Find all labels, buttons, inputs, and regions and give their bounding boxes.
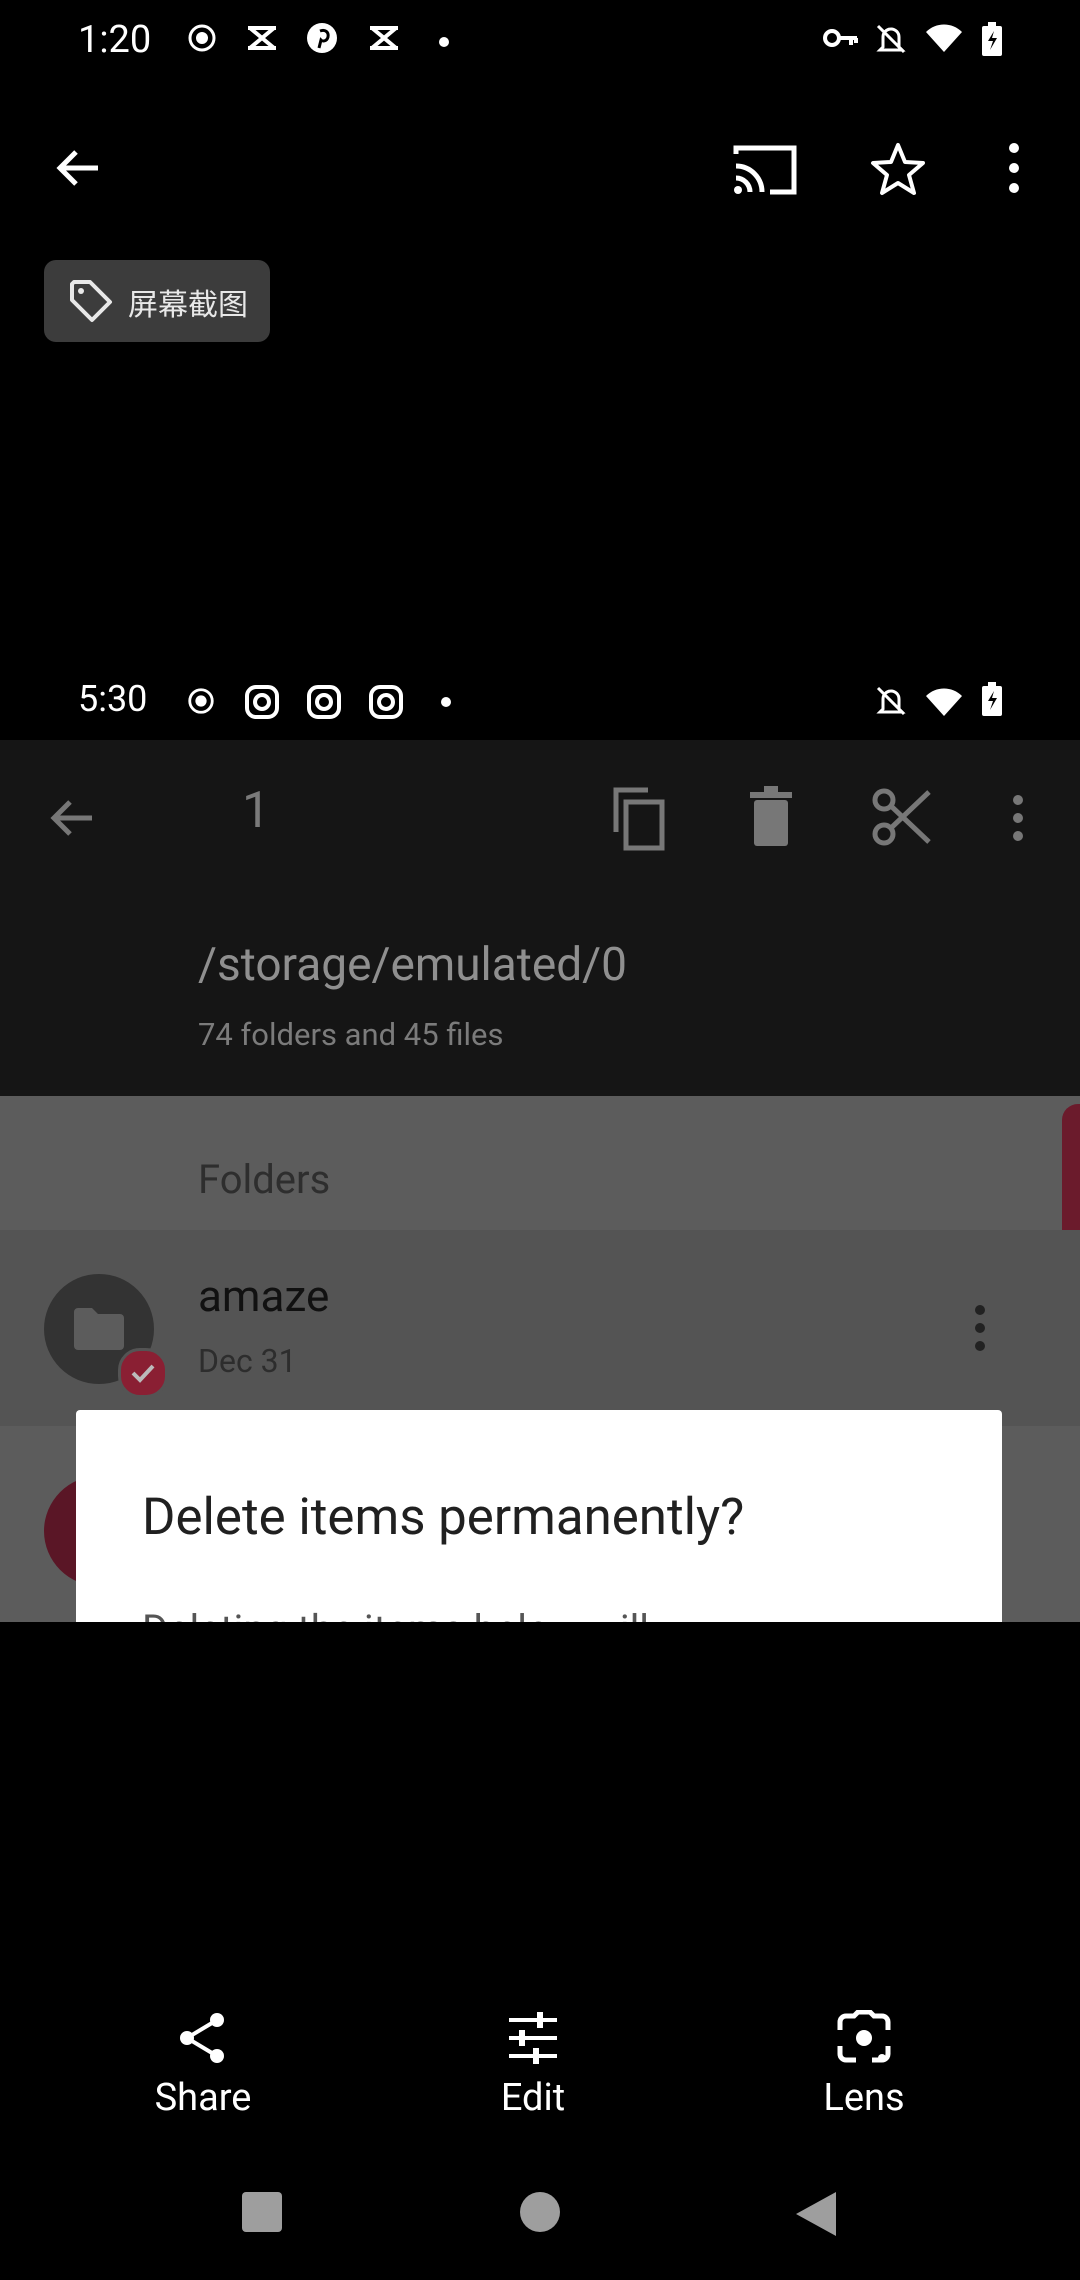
dialog-body: Deleting the items below will...: [142, 1606, 681, 1622]
section-header: Folders: [198, 1156, 331, 1203]
back-arrow-icon: [44, 790, 100, 846]
back-arrow-icon[interactable]: [50, 140, 106, 196]
home-circle-icon[interactable]: [518, 2190, 562, 2234]
share-label: Share: [154, 2076, 252, 2120]
lens-icon: [836, 2010, 892, 2066]
screenshot-image: 5:30 1 /storage/emulated/0 74 folders an…: [0, 652, 1080, 1622]
dot-icon: [438, 36, 450, 48]
folder-name: amaze: [198, 1270, 330, 1322]
key-icon: [822, 22, 860, 54]
lens-label: Lens: [823, 2076, 905, 2120]
wifi-icon: [924, 686, 964, 718]
path-header: /storage/emulated/0 74 folders and 45 fi…: [0, 896, 1080, 1096]
lens-button[interactable]: Lens: [764, 2010, 964, 2120]
dot-icon: [440, 696, 452, 708]
capcut-icon: [366, 22, 402, 54]
list-item: amaze Dec 31: [0, 1230, 1080, 1426]
star-icon[interactable]: [868, 140, 928, 200]
cut-icon: [872, 786, 934, 848]
instagram-icon: [244, 684, 280, 720]
battery-charging-icon: [980, 682, 1004, 718]
edit-button[interactable]: Edit: [433, 2010, 633, 2120]
more-vert-icon[interactable]: [1000, 140, 1028, 196]
copy-icon: [608, 786, 668, 852]
selection-toolbar: 1: [0, 740, 1080, 896]
status-time: 1:20: [78, 18, 152, 62]
tag-icon: [68, 278, 114, 324]
check-badge-icon: [118, 1348, 168, 1398]
tag-chip[interactable]: 屏幕截图: [44, 260, 270, 342]
delete-dialog: Delete items permanently? Deleting the i…: [76, 1410, 1002, 1622]
tag-label: 屏幕截图: [128, 288, 248, 323]
tune-icon: [505, 2010, 561, 2066]
pinterest-icon: [306, 22, 338, 54]
share-icon: [175, 2010, 231, 2066]
share-button[interactable]: Share: [103, 2010, 303, 2120]
instagram-icon: [368, 684, 404, 720]
dialog-title: Delete items permanently?: [142, 1488, 745, 1547]
cast-icon[interactable]: [730, 140, 800, 200]
recents-square-icon[interactable]: [240, 2190, 284, 2234]
folder-icon: [72, 1306, 126, 1352]
folder-date: Dec 31: [198, 1342, 297, 1380]
capcut-icon: [244, 22, 280, 54]
folder-summary: 74 folders and 45 files: [198, 1016, 504, 1053]
bell-off-icon: [874, 684, 908, 718]
edit-label: Edit: [500, 2076, 566, 2120]
current-path: /storage/emulated/0: [198, 938, 627, 992]
wifi-icon: [924, 22, 964, 54]
bell-off-icon: [874, 22, 908, 56]
more-vert-icon: [970, 1304, 990, 1352]
instagram-icon: [306, 684, 342, 720]
back-triangle-icon[interactable]: [794, 2190, 838, 2238]
selection-count: 1: [242, 782, 271, 840]
record-icon: [186, 22, 218, 54]
more-vert-icon: [1006, 792, 1030, 844]
record-icon: [186, 686, 216, 716]
battery-charging-icon: [980, 22, 1004, 58]
delete-icon: [748, 786, 794, 848]
inner-status-time: 5:30: [78, 678, 148, 720]
